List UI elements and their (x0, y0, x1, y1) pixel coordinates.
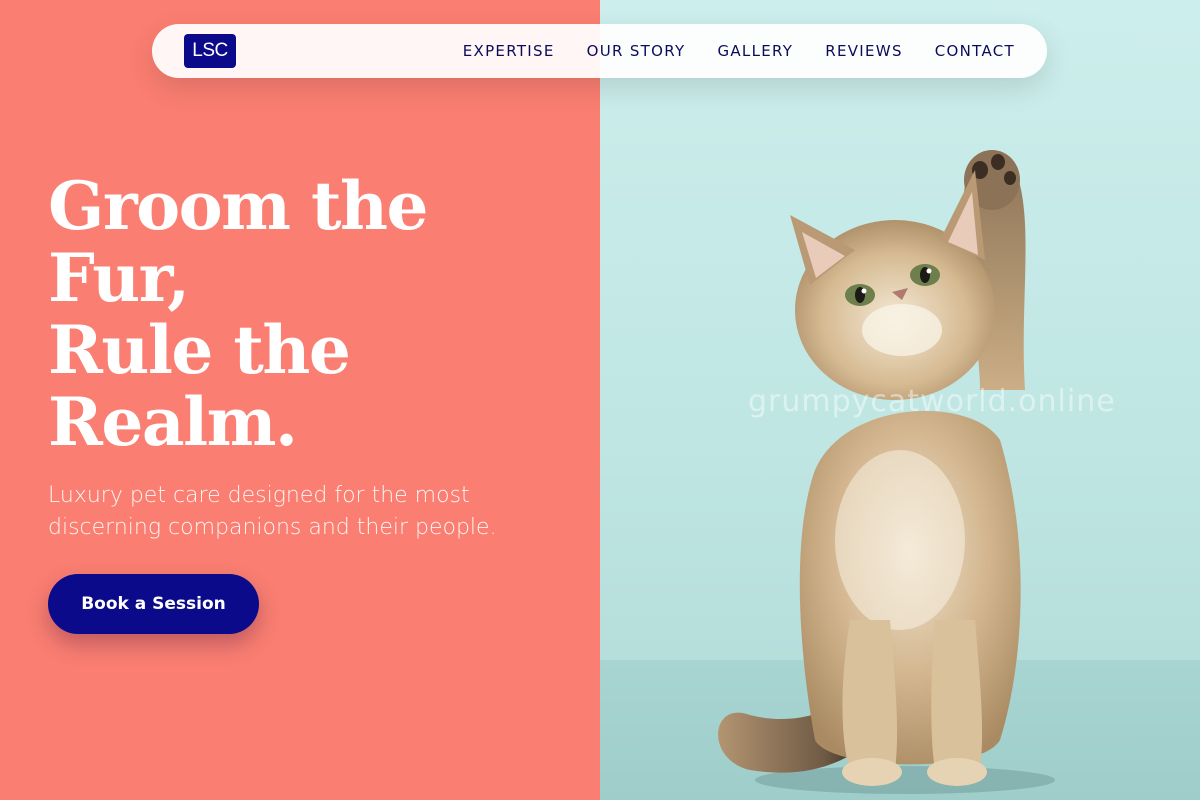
headline-line: Rule the (48, 311, 351, 389)
headline-line: Fur, (48, 239, 190, 317)
nav-link-gallery[interactable]: GALLERY (717, 42, 793, 60)
hero-left-panel: Groom the Fur, Rule the Realm. Luxury pe… (0, 0, 600, 800)
kitten-image (718, 150, 1055, 794)
nav-link-our-story[interactable]: OUR STORY (587, 42, 686, 60)
hero-image-panel: grumpycatworld.online (600, 0, 1200, 800)
headline-line: Groom the (48, 167, 428, 245)
nav-link-contact[interactable]: CONTACT (935, 42, 1015, 60)
hero-headline: Groom the Fur, Rule the Realm. (48, 170, 568, 458)
headline-line: Realm. (48, 383, 298, 461)
brand-logo[interactable]: LSC (184, 34, 236, 68)
top-navbar: LSC EXPERTISE OUR STORY GALLERY REVIEWS … (152, 24, 1047, 78)
watermark-text: grumpycatworld.online (748, 384, 1116, 419)
nav-links: EXPERTISE OUR STORY GALLERY REVIEWS CONT… (431, 42, 1015, 60)
nav-link-reviews[interactable]: REVIEWS (825, 42, 903, 60)
hero-subtitle: Luxury pet care designed for the most di… (48, 483, 497, 540)
nav-link-expertise[interactable]: EXPERTISE (463, 42, 555, 60)
book-session-button[interactable]: Book a Session (48, 574, 259, 634)
